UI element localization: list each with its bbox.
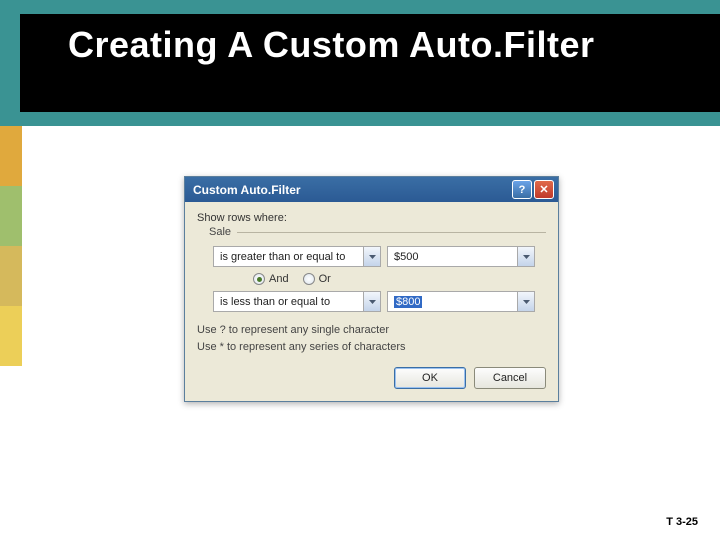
radio-outer bbox=[303, 273, 315, 285]
ok-label: OK bbox=[422, 372, 438, 384]
fieldset-rule bbox=[237, 232, 546, 233]
chevron-down-icon bbox=[363, 247, 380, 266]
hint-line-2: Use * to represent any series of charact… bbox=[197, 339, 546, 356]
value-2-text: $800 bbox=[388, 296, 517, 308]
criteria-row-1: is greater than or equal to $500 bbox=[213, 246, 546, 267]
prompt-label: Show rows where: bbox=[197, 212, 546, 224]
radio-or[interactable]: Or bbox=[303, 273, 331, 285]
hint-line-1: Use ? to represent any single character bbox=[197, 322, 546, 339]
chevron-down-icon bbox=[363, 292, 380, 311]
field-label: Sale bbox=[197, 226, 237, 238]
sidebar-accent-1 bbox=[0, 126, 22, 186]
chevron-down-icon bbox=[517, 292, 534, 311]
slide-title: Creating A Custom Auto.Filter bbox=[68, 24, 595, 66]
radio-outer bbox=[253, 273, 265, 285]
operator-select-2[interactable]: is less than or equal to bbox=[213, 291, 381, 312]
fieldset-header: Sale bbox=[197, 226, 546, 238]
ok-button[interactable]: OK bbox=[394, 367, 466, 389]
cancel-label: Cancel bbox=[493, 372, 527, 384]
page-number: T 3-25 bbox=[666, 516, 698, 528]
dialog-body: Show rows where: Sale is greater than or… bbox=[185, 202, 558, 401]
sidebar-accent-3 bbox=[0, 246, 22, 306]
radio-dot-icon bbox=[257, 277, 262, 282]
help-button[interactable]: ? bbox=[512, 180, 532, 199]
value-1-text: $500 bbox=[388, 251, 517, 263]
cancel-button[interactable]: Cancel bbox=[474, 367, 546, 389]
operator-1-value: is greater than or equal to bbox=[214, 251, 363, 263]
value-input-1[interactable]: $500 bbox=[387, 246, 535, 267]
hints-block: Use ? to represent any single character … bbox=[197, 322, 546, 355]
help-icon: ? bbox=[519, 184, 526, 196]
criteria-row-2: is less than or equal to $800 bbox=[213, 291, 546, 312]
sidebar-accent-4 bbox=[0, 306, 22, 366]
radio-or-label: Or bbox=[319, 273, 331, 285]
value-input-2[interactable]: $800 bbox=[387, 291, 535, 312]
dialog-title: Custom Auto.Filter bbox=[193, 183, 510, 197]
operator-select-1[interactable]: is greater than or equal to bbox=[213, 246, 381, 267]
logic-radio-group: And Or bbox=[253, 273, 546, 285]
custom-autofilter-dialog: Custom Auto.Filter ? ✕ Show rows where: … bbox=[184, 176, 559, 402]
sidebar-accent-2 bbox=[0, 186, 22, 246]
radio-and-label: And bbox=[269, 273, 289, 285]
operator-2-value: is less than or equal to bbox=[214, 296, 363, 308]
dialog-button-row: OK Cancel bbox=[197, 367, 546, 389]
close-button[interactable]: ✕ bbox=[534, 180, 554, 199]
radio-and[interactable]: And bbox=[253, 273, 289, 285]
close-icon: ✕ bbox=[539, 183, 548, 196]
chevron-down-icon bbox=[517, 247, 534, 266]
dialog-titlebar[interactable]: Custom Auto.Filter ? ✕ bbox=[185, 177, 558, 202]
